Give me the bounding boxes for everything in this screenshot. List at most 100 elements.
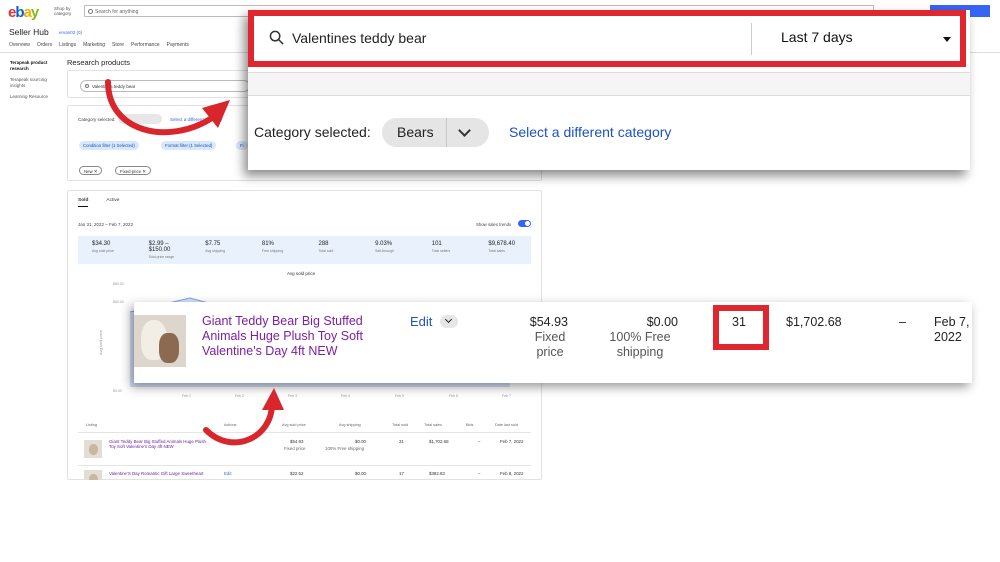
- listing-thumbnail[interactable]: [134, 315, 186, 367]
- col-listing[interactable]: Listing: [86, 423, 97, 427]
- metric: $2.99 – $150.00 Sold price range: [148, 241, 175, 259]
- chevron-down-icon[interactable]: [440, 315, 458, 328]
- format-filter[interactable]: Format filter (1 Selected): [161, 141, 217, 150]
- tab-sold[interactable]: Sold: [78, 198, 89, 207]
- metric: $34.30 Avg sold price: [92, 241, 114, 253]
- field-divider: [751, 23, 752, 55]
- shop-by-category-button[interactable]: Shop by category: [54, 6, 80, 16]
- x-tick: Feb 6: [449, 394, 458, 398]
- metric: $9,678.40 Total sales: [488, 241, 516, 253]
- sold-highlight-box: [713, 305, 769, 350]
- nav-overview[interactable]: Overview: [9, 42, 30, 48]
- chip-new[interactable]: New ✕: [79, 166, 103, 175]
- edit-link[interactable]: Edit: [224, 471, 232, 476]
- user-link[interactable]: ervan02 (0): [59, 30, 82, 35]
- chart-y-label: Avg sold price: [98, 329, 104, 356]
- search-placeholder: Search for anything: [95, 9, 139, 15]
- chart-title: Avg sold price: [287, 271, 316, 276]
- results-tabs: Sold Active: [78, 198, 119, 207]
- price-cell: $54.93 Fixed price: [512, 315, 568, 360]
- research-search-input[interactable]: Valentines teddy bear: [80, 80, 250, 92]
- nav-store[interactable]: Store: [112, 42, 124, 48]
- cell-price: $22.52: [290, 471, 304, 476]
- listing-title-link[interactable]: Giant Teddy Bear Big Stuffed Animals Hug…: [202, 314, 392, 359]
- cell-price-sub: Fixed price: [284, 446, 306, 451]
- category-label: Category selected:: [78, 117, 116, 122]
- caret-down-icon: [943, 37, 951, 42]
- top-nav: Overview Orders Listings Marketing Store…: [9, 42, 189, 48]
- cell-sold: 17: [399, 471, 404, 476]
- row-divider: [78, 465, 531, 466]
- cell-date: Feb 7, 2022: [500, 439, 524, 444]
- y-tick: $60.00: [113, 300, 124, 304]
- zoomed-listing-row: Giant Teddy Bear Big Stuffed Animals Hug…: [134, 302, 972, 383]
- date-range: Jan 31, 2022 – Feb 7, 2022: [78, 222, 134, 227]
- price-value: $54.93: [529, 315, 568, 329]
- zoomed-search-input[interactable]: Valentines teddy bear Last 7 days: [255, 17, 959, 60]
- date-range-select[interactable]: Last 7 days: [781, 29, 853, 45]
- category-label: Category selected:: [254, 124, 371, 140]
- col-date-last-sold[interactable]: Date last sold: [495, 423, 518, 427]
- edit-link[interactable]: Edit: [410, 314, 432, 329]
- col-avg-sold-price[interactable]: Avg sold price: [282, 423, 306, 427]
- nav-marketing[interactable]: Marketing: [83, 42, 105, 48]
- search-icon: [85, 84, 89, 88]
- x-tick: Feb 4: [341, 394, 350, 398]
- condition-filter[interactable]: Condition filter (1 Selected): [79, 141, 139, 150]
- metric: 288 Total sold: [318, 241, 334, 253]
- metric: $7.75 Avg shipping: [205, 241, 226, 253]
- page-title: Research products: [67, 58, 130, 67]
- chevron-down-icon: [458, 124, 471, 137]
- x-tick: Feb 2: [235, 394, 244, 398]
- sidebar-item-product-research[interactable]: Terapeak product research: [10, 60, 62, 71]
- pill-divider: [446, 118, 447, 147]
- search-query: Valentines teddy bear: [92, 84, 136, 89]
- nav-orders[interactable]: Orders: [37, 42, 52, 48]
- listing-thumbnail[interactable]: [84, 470, 102, 480]
- cell-sold: 31: [399, 439, 404, 444]
- edit-link[interactable]: Edit: [224, 439, 232, 444]
- zoomed-search-panel: Valentines teddy bear Last 7 days Catego…: [248, 10, 970, 170]
- cell-date: Feb 8, 2022: [500, 471, 524, 476]
- cell-bids: –: [478, 471, 481, 476]
- listing-title-link[interactable]: Giant Teddy Bear Big Stuffed Animals Hug…: [109, 439, 209, 449]
- nav-payments[interactable]: Payments: [167, 42, 189, 48]
- sidebar-item-sourcing-insights[interactable]: Terapeak sourcing insights: [10, 77, 62, 88]
- metrics-bar: $34.30 Avg sold price $2.99 – $150.00 Sold…: [78, 236, 531, 264]
- nav-listings[interactable]: Listings: [59, 42, 76, 48]
- cell-sales: $1,702.68: [429, 439, 449, 444]
- x-tick: Feb 7: [502, 394, 511, 398]
- screenshot-composite: ebay Shop by category Search for anythin…: [0, 0, 1000, 480]
- nav-performance[interactable]: Performance: [131, 42, 160, 48]
- total-sales-value: $1,702.68: [786, 315, 842, 329]
- chip-fixed-price[interactable]: Fixed price ✕: [115, 166, 151, 175]
- cell-bids: –: [478, 439, 481, 444]
- select-category-link[interactable]: Select a different category: [509, 124, 671, 140]
- search-icon: [88, 9, 93, 14]
- tab-active[interactable]: Active: [106, 198, 119, 207]
- col-total-sales[interactable]: Total sales: [424, 423, 442, 427]
- trends-toggle[interactable]: [518, 220, 531, 227]
- cell-shipping: $0.00: [355, 439, 366, 444]
- x-tick: Feb 5: [395, 394, 404, 398]
- category-select[interactable]: [118, 114, 162, 124]
- category-select[interactable]: Bears: [382, 118, 489, 147]
- select-category-link[interactable]: Select a different category: [170, 117, 222, 122]
- metric: 81% Free shipping: [261, 241, 284, 253]
- col-bids[interactable]: Bids: [466, 423, 473, 427]
- listing-thumbnail[interactable]: [84, 440, 102, 458]
- listing-title-link[interactable]: Valentine'S Day Romantic Gift Large Swee…: [109, 471, 203, 476]
- search-query: Valentines teddy bear: [292, 30, 427, 46]
- col-avg-shipping[interactable]: Avg shipping: [339, 423, 361, 427]
- shipping-value: $0.00: [646, 315, 678, 329]
- category-value: Bears: [397, 124, 434, 140]
- col-actions: Actions: [224, 423, 237, 427]
- row-divider: [78, 432, 531, 433]
- metric: 9.03% Sell-through: [375, 241, 394, 253]
- more-filter[interactable]: Fi: [236, 141, 248, 150]
- x-tick: Feb 1: [182, 394, 191, 398]
- col-total-sold[interactable]: Total sold: [392, 423, 408, 427]
- ebay-logo[interactable]: ebay: [8, 4, 39, 21]
- bids-value: –: [899, 315, 906, 329]
- sidebar-item-learning[interactable]: Learning Resource: [10, 94, 62, 100]
